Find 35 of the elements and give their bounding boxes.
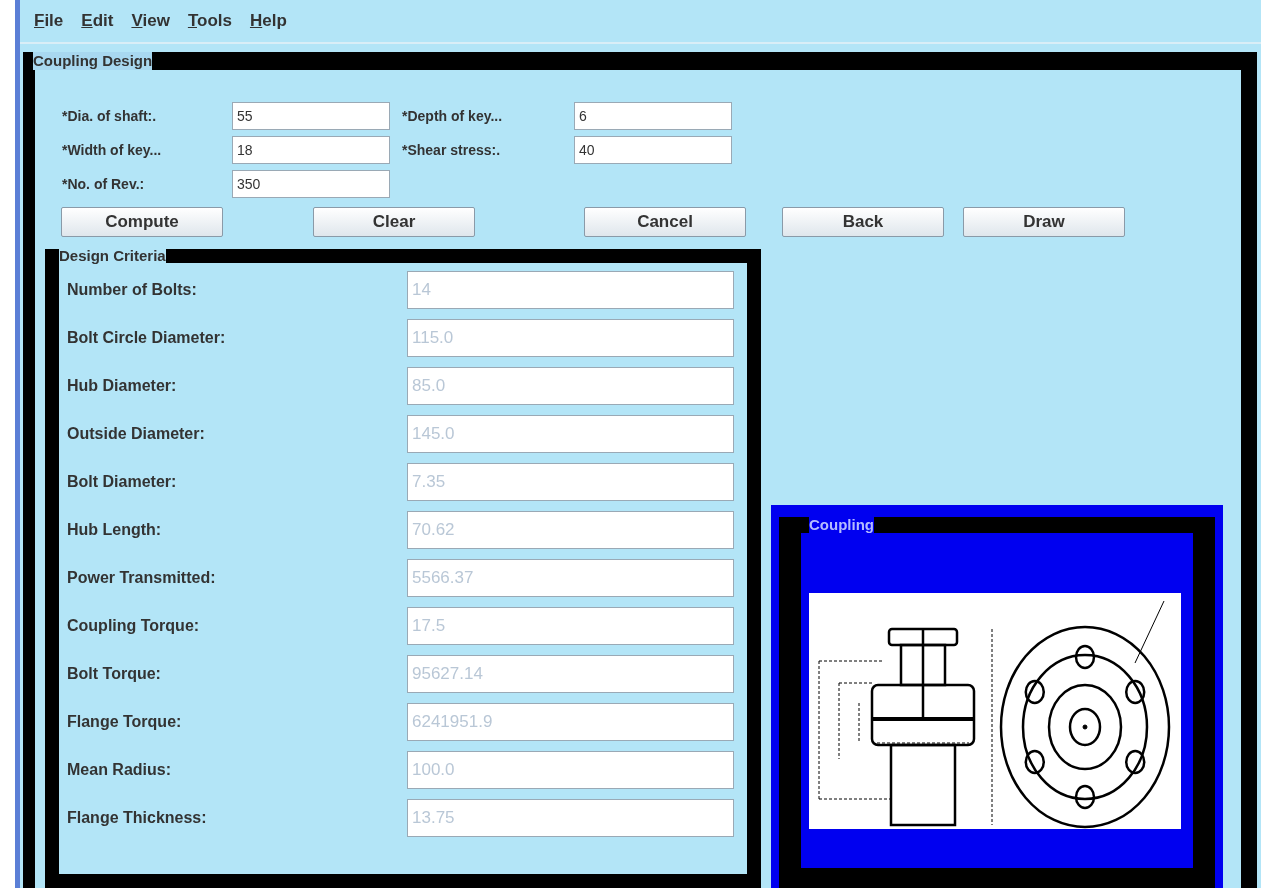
field-label: Bolt Diameter: <box>67 472 178 492</box>
action-button[interactable]: Cancel <box>584 207 746 237</box>
text-field[interactable]: 40 <box>574 136 732 164</box>
menu-item[interactable]: File <box>34 8 64 34</box>
field-label: *No. of Rev.: <box>62 174 146 194</box>
field-label: *Shear stress:. <box>402 140 502 160</box>
field-label: Mean Radius: <box>67 760 172 780</box>
field-label: Number of Bolts: <box>67 280 198 300</box>
field-label: Outside Diameter: <box>67 424 206 444</box>
action-button[interactable]: Back <box>782 207 944 237</box>
frame-title: Coupling Design <box>33 52 153 70</box>
field-label: Flange Torque: <box>67 712 183 732</box>
field-label: Flange Thickness: <box>67 808 208 828</box>
field-label: *Depth of key... <box>402 106 504 126</box>
text-field[interactable]: 350 <box>232 170 390 198</box>
text-field[interactable]: 18 <box>232 136 390 164</box>
panel-title: Design Criteria <box>59 249 166 263</box>
field-label: Hub Length: <box>67 520 163 540</box>
action-button[interactable]: Compute <box>61 207 223 237</box>
field-label: Bolt Circle Diameter: <box>67 328 227 348</box>
field-label: *Dia. of shaft:. <box>62 106 158 126</box>
field-label: Coupling Torque: <box>67 616 201 636</box>
menu-item[interactable]: Edit <box>81 8 114 34</box>
action-button[interactable]: Draw <box>963 207 1125 237</box>
panel-title: Coupling <box>809 517 874 533</box>
menu-item[interactable]: Help <box>249 8 287 34</box>
text-field[interactable]: 6 <box>574 102 732 130</box>
menu-item[interactable]: Tools <box>187 8 232 34</box>
action-button[interactable]: Clear <box>313 207 475 237</box>
field-label: Power Transmitted: <box>67 568 217 588</box>
menu-item[interactable]: View <box>131 8 170 34</box>
text-field[interactable]: 55 <box>232 102 390 130</box>
field-label: Hub Diameter: <box>67 376 178 396</box>
field-label: *Width of key... <box>62 140 163 160</box>
field-label: Bolt Torque: <box>67 664 162 684</box>
